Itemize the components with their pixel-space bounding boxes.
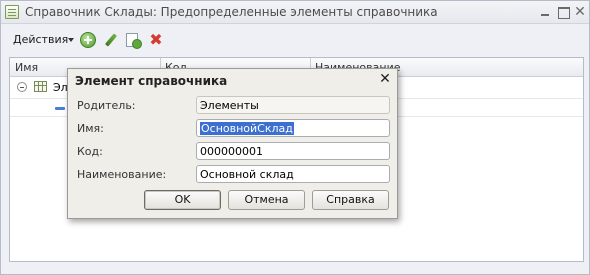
catalog-window: Справочник Склады: Предопределенные элем… (0, 0, 590, 275)
title-field[interactable]: Основной склад (196, 165, 390, 183)
name-label: Имя: (77, 122, 104, 135)
parent-value: Элементы (200, 99, 259, 112)
delete-icon[interactable]: ✖ (148, 32, 164, 48)
edit-icon[interactable] (103, 32, 119, 48)
element-dialog: Элемент справочника ✕ Родитель: Элементы… (67, 68, 398, 219)
help-button[interactable]: Справка (312, 190, 389, 210)
dialog-title: Элемент справочника (75, 74, 228, 88)
copy-icon[interactable] (125, 32, 142, 49)
collapse-icon[interactable] (17, 82, 27, 92)
row-name: Элементы (53, 81, 67, 94)
title-label: Наименование: (77, 168, 167, 181)
table-icon (34, 81, 47, 92)
window-titlebar: Справочник Склады: Предопределенные элем… (1, 1, 589, 24)
column-header-name[interactable]: Имя (15, 61, 38, 74)
parent-field[interactable]: Элементы (196, 96, 390, 114)
add-icon[interactable] (80, 32, 96, 48)
parent-label: Родитель: (77, 99, 136, 112)
window-title: Справочник Склады: Предопределенные элем… (25, 5, 438, 19)
name-field[interactable]: ОсновнойСклад (196, 119, 390, 137)
maximize-icon[interactable] (555, 4, 571, 20)
code-label: Код: (77, 145, 103, 158)
minimize-icon[interactable] (537, 4, 553, 20)
dialog-close-icon[interactable]: ✕ (377, 71, 393, 87)
actions-menu-button[interactable]: Действия (13, 33, 68, 46)
ok-button[interactable]: OK (144, 190, 221, 210)
close-icon[interactable]: ✕ (572, 4, 588, 20)
chevron-down-icon[interactable] (68, 38, 74, 42)
cancel-button[interactable]: Отмена (228, 190, 305, 210)
element-icon (55, 107, 65, 110)
title-value: Основной склад (200, 168, 294, 181)
code-field[interactable]: 000000001 (196, 142, 390, 160)
catalog-icon (5, 5, 19, 19)
toolbar: Действия ✖ (1, 25, 589, 55)
code-value: 000000001 (200, 145, 263, 158)
name-value: ОсновнойСклад (200, 122, 294, 135)
